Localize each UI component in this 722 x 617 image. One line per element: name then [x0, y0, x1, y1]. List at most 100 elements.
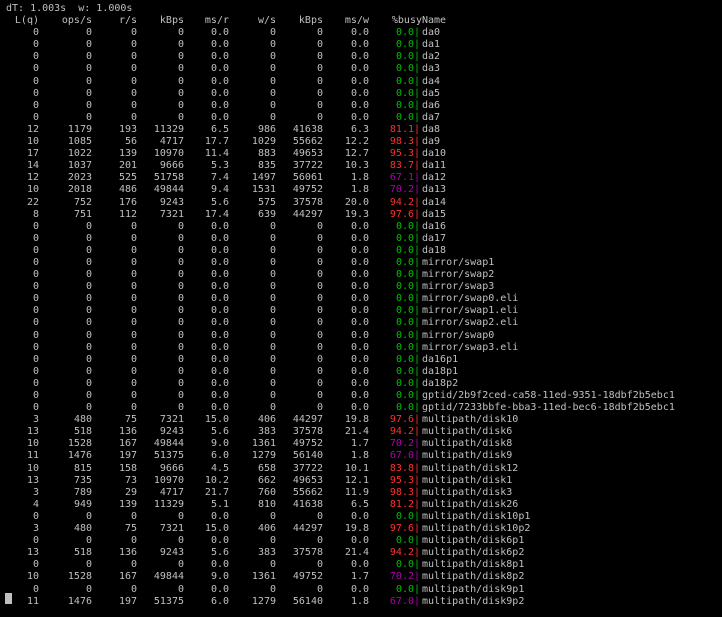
row-queue-length: 0 — [32, 99, 39, 111]
row-write-latency: 0.0 — [350, 111, 369, 123]
row-read-latency: 17.4 — [204, 208, 229, 220]
row-busy: 0.0 — [395, 51, 414, 63]
row-reads: 0 — [130, 353, 137, 365]
row-device-name: mirror/swap3.eli — [422, 341, 519, 353]
row-reads: 158 — [118, 462, 137, 474]
row-busy: 97.6 — [389, 414, 414, 426]
row-separator: | — [414, 426, 421, 438]
row-writes: 0 — [269, 87, 276, 99]
row-device-name: gptid/2b9f2ced-ca58-11ed-9351-18dbf2b5eb… — [422, 390, 675, 401]
row-queue-length: 0 — [32, 293, 39, 305]
row-read-latency: 0.0 — [210, 99, 229, 111]
table-row: 0 0 0 0 0.0 0 0 0.0 0.0 | mirror/swap3.eli — [6, 342, 718, 354]
row-writes: 0 — [269, 293, 276, 305]
row-busy: 0.0 — [395, 256, 414, 268]
row-device-name: multipath/disk6p1 — [422, 535, 525, 547]
row-read-kbps: 0 — [177, 293, 184, 305]
row-separator: | — [414, 571, 421, 583]
row-queue-length: 0 — [32, 87, 39, 99]
row-reads: 0 — [130, 365, 137, 377]
row-busy: 0.0 — [395, 305, 414, 317]
row-write-kbps: 0 — [316, 341, 323, 353]
row-reads: 73 — [124, 474, 137, 486]
row-writes: 0 — [269, 51, 276, 63]
row-write-kbps: 41638 — [292, 123, 323, 135]
table-row: 0 0 0 0 0.0 0 0 0.0 0.0 | da1 — [6, 39, 718, 51]
row-queue-length: 0 — [32, 365, 39, 377]
row-ops: 0 — [85, 111, 92, 123]
row-read-latency: 11.4 — [204, 148, 229, 160]
row-device-name: multipath/disk3 — [422, 486, 513, 498]
table-row: 17 1022 139 10970 11.4 883 49653 12.7 95.3 | da10 — [6, 148, 718, 160]
row-separator: | — [414, 498, 421, 510]
row-write-latency: 11.9 — [344, 486, 369, 498]
row-ops: 0 — [85, 365, 92, 377]
row-ops: 0 — [85, 317, 92, 329]
row-reads: 0 — [130, 293, 137, 305]
row-read-kbps: 0 — [177, 329, 184, 341]
table-row: 10 1085 56 4717 17.7 1029 55662 12.2 98.3 | da9 — [6, 136, 718, 148]
row-separator: | — [414, 535, 421, 547]
row-writes: 639 — [257, 208, 276, 220]
row-writes: 0 — [269, 365, 276, 377]
row-reads: 193 — [118, 123, 137, 135]
header-queue-length: L(q) — [14, 15, 39, 27]
row-read-kbps: 0 — [177, 390, 184, 401]
row-reads: 0 — [130, 27, 137, 39]
row-busy: 81.2 — [389, 498, 414, 510]
table-row: 0 0 0 0 0.0 0 0 0.0 0.0 | da18p2 — [6, 378, 718, 390]
row-writes: 0 — [269, 256, 276, 268]
row-write-kbps: 56140 — [292, 450, 323, 462]
row-write-kbps: 37578 — [292, 196, 323, 208]
row-read-latency: 15.0 — [204, 523, 229, 535]
row-write-kbps: 0 — [316, 220, 323, 232]
row-write-latency: 0.0 — [350, 27, 369, 39]
row-read-latency: 5.6 — [210, 547, 229, 559]
row-busy: 0.0 — [395, 293, 414, 305]
row-device-name: multipath/disk10p2 — [422, 523, 531, 535]
row-write-latency: 20.0 — [344, 196, 369, 208]
row-reads: 0 — [130, 87, 137, 99]
row-read-latency: 9.0 — [210, 438, 229, 450]
row-write-kbps: 44297 — [292, 523, 323, 535]
row-queue-length: 0 — [32, 390, 39, 401]
row-reads: 0 — [130, 535, 137, 547]
row-writes: 658 — [257, 462, 276, 474]
row-queue-length: 10 — [26, 438, 39, 450]
row-queue-length: 0 — [32, 27, 39, 39]
row-write-kbps: 0 — [316, 377, 323, 389]
row-writes: 0 — [269, 75, 276, 87]
row-separator: | — [414, 583, 421, 595]
row-read-kbps: 51375 — [153, 595, 184, 607]
row-separator: | — [414, 510, 421, 522]
table-row: 0 0 0 0 0.0 0 0 0.0 0.0 | da7 — [6, 112, 718, 124]
row-device-name: da17 — [422, 232, 447, 244]
row-ops: 0 — [85, 390, 92, 401]
row-write-latency: 12.7 — [344, 148, 369, 160]
row-reads: 0 — [130, 583, 137, 595]
row-busy: 98.3 — [389, 136, 414, 148]
row-queue-length: 22 — [26, 196, 39, 208]
row-read-latency: 0.0 — [210, 305, 229, 317]
row-device-name: da0 — [422, 27, 441, 39]
row-read-latency: 6.0 — [210, 450, 229, 462]
row-busy: 0.0 — [395, 353, 414, 365]
row-queue-length: 14 — [26, 160, 39, 172]
table-row: 0 0 0 0 0.0 0 0 0.0 0.0 | multipath/disk6p1 — [6, 535, 718, 547]
row-separator: | — [414, 39, 421, 51]
row-separator: | — [414, 595, 421, 607]
row-device-name: da7 — [422, 111, 441, 123]
row-read-latency: 0.0 — [210, 111, 229, 123]
row-write-latency: 0.0 — [350, 535, 369, 547]
row-write-kbps: 0 — [316, 365, 323, 377]
row-reads: 0 — [130, 269, 137, 281]
row-read-kbps: 7321 — [159, 523, 184, 535]
row-separator: | — [414, 353, 421, 365]
row-busy: 0.0 — [395, 402, 414, 414]
row-queue-length: 0 — [32, 220, 39, 232]
row-busy: 0.0 — [395, 510, 414, 522]
row-device-name: da4 — [422, 75, 441, 87]
row-write-latency: 0.0 — [350, 87, 369, 99]
row-read-kbps: 0 — [177, 232, 184, 244]
row-writes: 0 — [269, 220, 276, 232]
